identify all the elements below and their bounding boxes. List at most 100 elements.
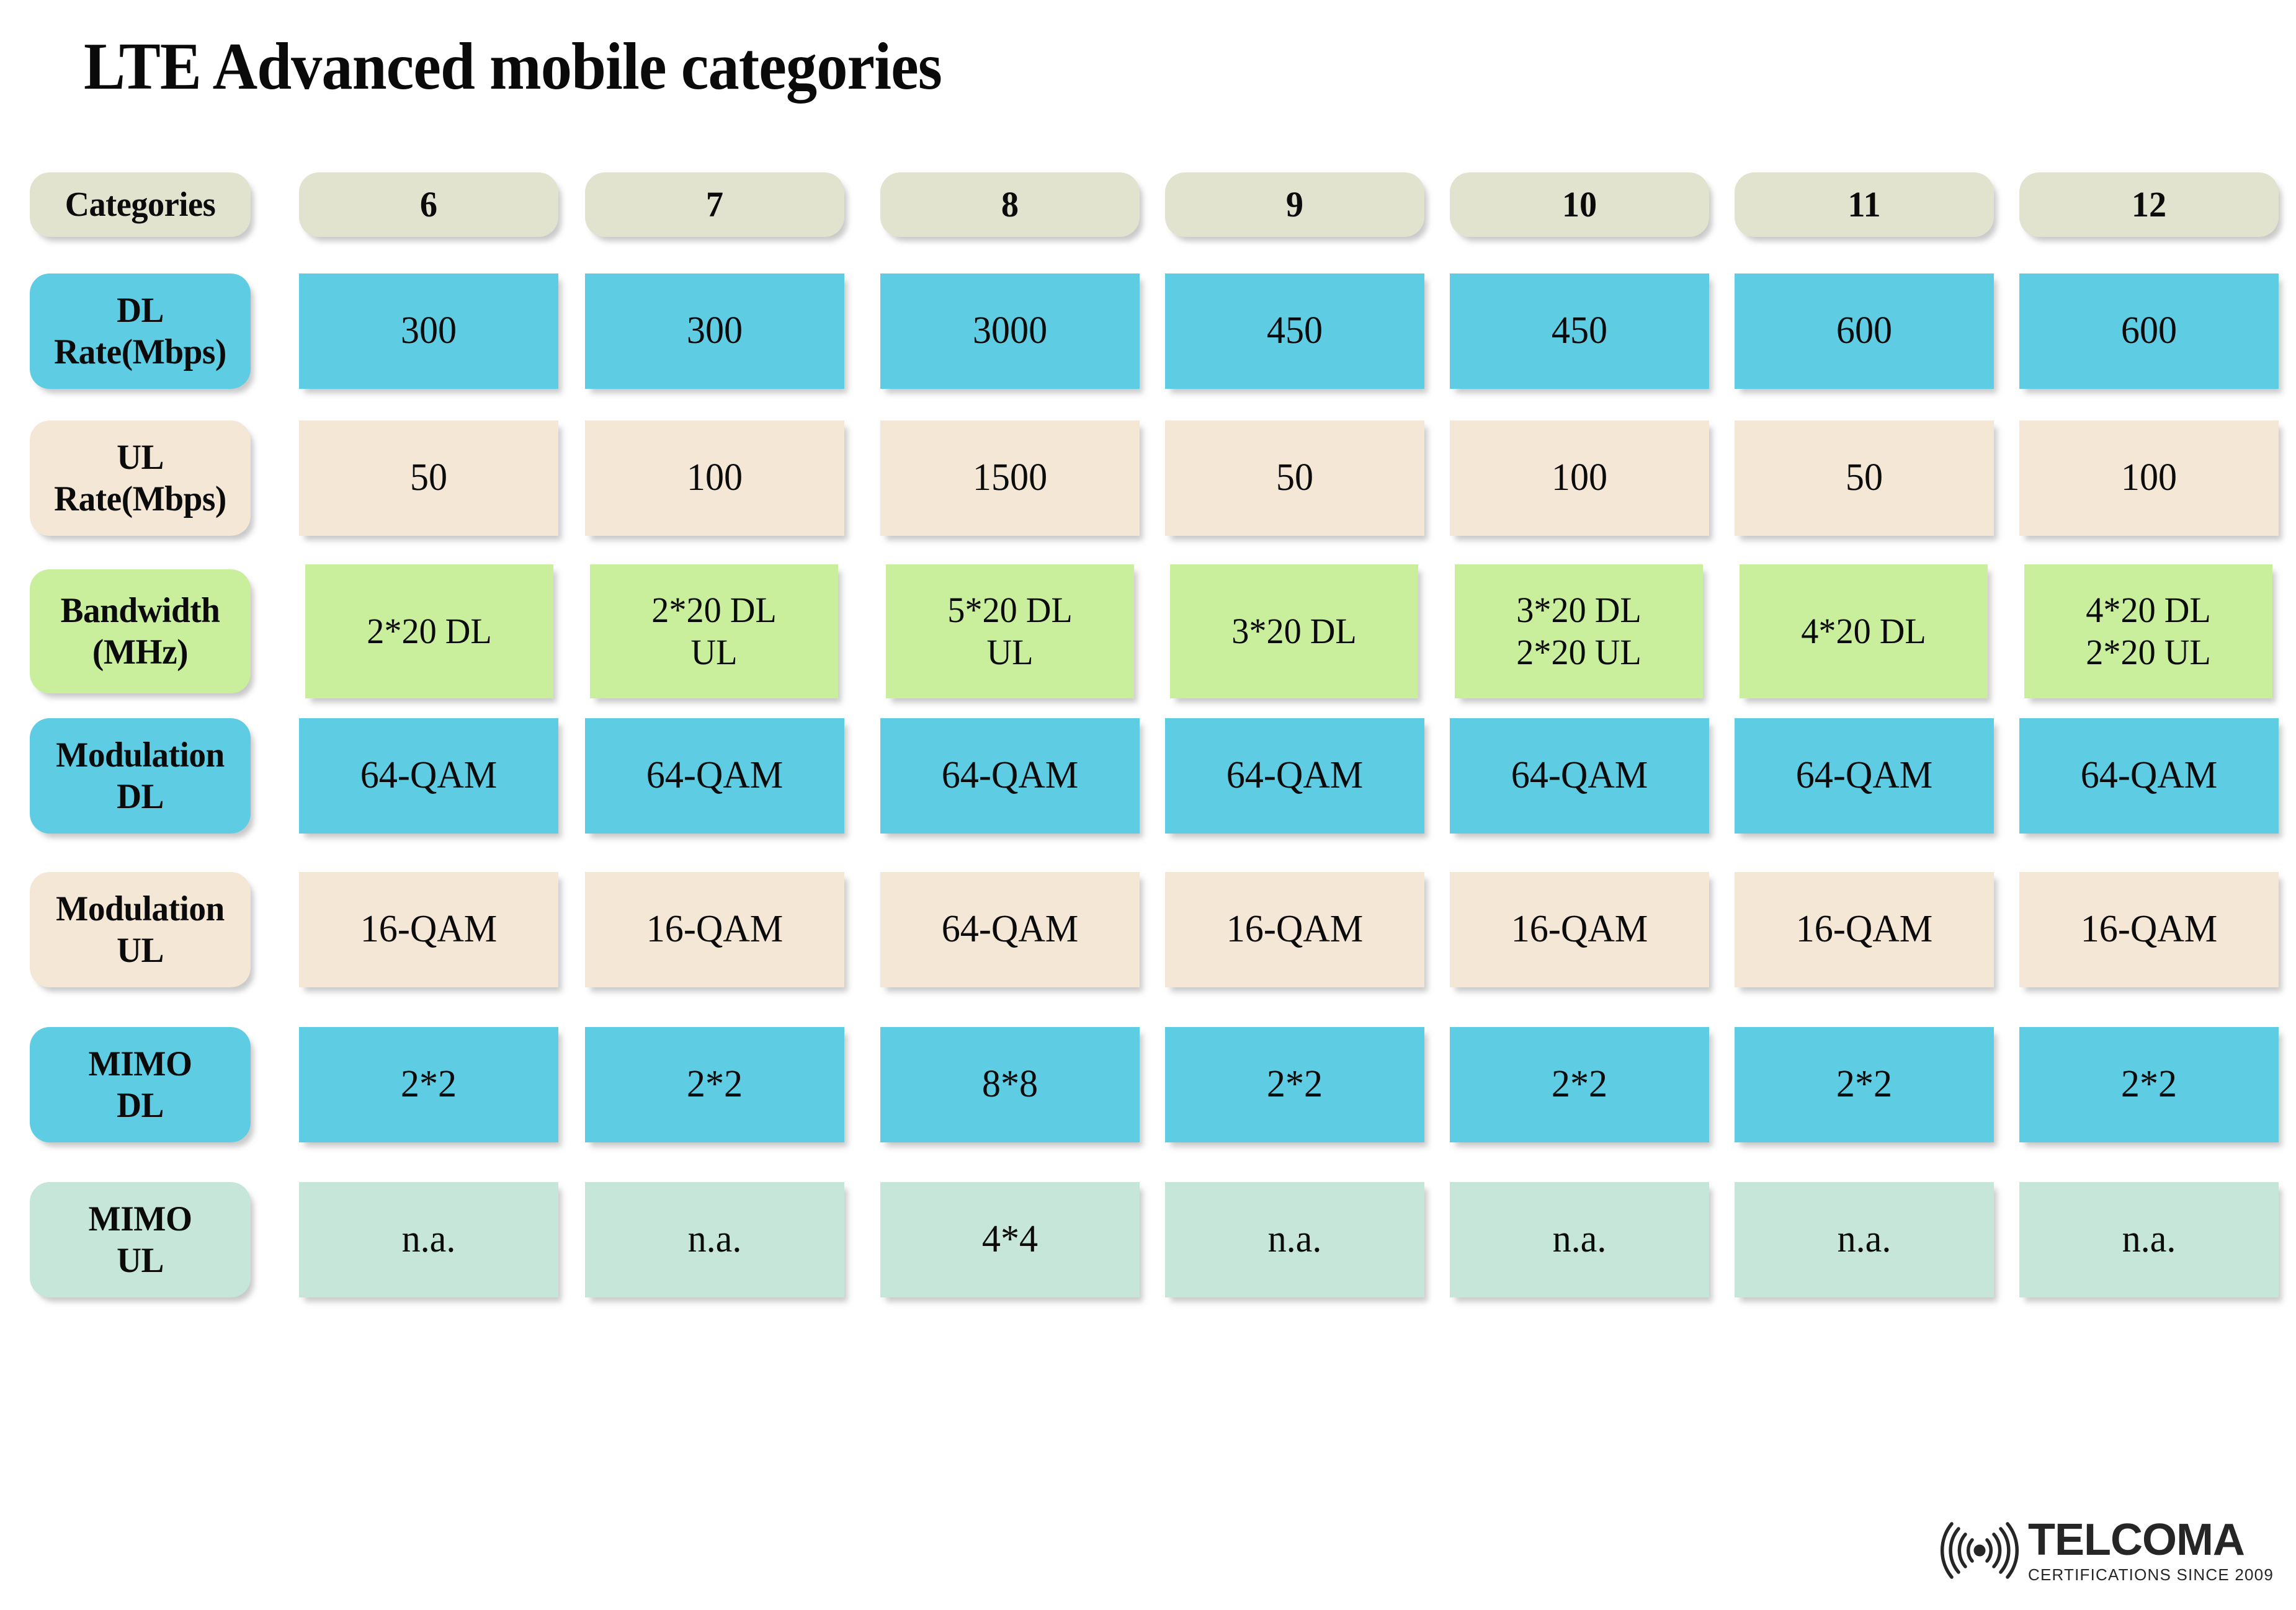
table-cell: 2*2	[299, 1027, 558, 1142]
table-cell: 16-QAM	[1165, 872, 1424, 987]
table-cell: 2*20 DL	[305, 564, 553, 698]
cell-text: 8	[1001, 184, 1019, 225]
cell-text: 64-QAM	[941, 754, 1079, 797]
row-label-0: Categories	[30, 172, 251, 237]
table-cell: 64-QAM	[299, 718, 558, 834]
row-label-text: Bandwidth (MHz)	[60, 590, 220, 672]
cell-text: 600	[2120, 309, 2178, 352]
cell-text: 1500	[972, 456, 1048, 499]
row-label-text: Categories	[65, 185, 216, 224]
table-cell: 2*2	[1735, 1027, 1994, 1142]
table-cell: 64-QAM	[880, 718, 1140, 834]
table-cell: 50	[1735, 420, 1994, 536]
table-cell: 3*20 DL 2*20 UL	[1455, 564, 1703, 698]
cell-text: 100	[1551, 456, 1608, 499]
cell-text: 4*4	[981, 1218, 1039, 1261]
cell-text: 2*20 DL	[367, 610, 492, 651]
cell-text: 64-QAM	[360, 754, 498, 797]
table-cell: 600	[2019, 274, 2279, 389]
table-cell: 2*2	[1165, 1027, 1424, 1142]
cell-text: 100	[2120, 456, 2178, 499]
telcoma-logo: TELCOMA CERTIFICATIONS SINCE 2009	[1940, 1518, 2274, 1583]
table-cell: 2*20 DL UL	[590, 564, 838, 698]
table-cell: 16-QAM	[299, 872, 558, 987]
table-cell: n.a.	[299, 1182, 558, 1297]
row-label-text: Modulation DL	[56, 735, 225, 816]
cell-text: 2*2	[2120, 1063, 2178, 1106]
table-cell: 5*20 DL UL	[886, 564, 1134, 698]
table-cell: n.a.	[2019, 1182, 2279, 1297]
table-cell: 64-QAM	[1735, 718, 1994, 834]
cell-text: n.a.	[687, 1218, 742, 1261]
table-cell: 64-QAM	[1450, 718, 1709, 834]
table-cell: 3*20 DL	[1170, 564, 1418, 698]
cell-text: 3000	[972, 309, 1048, 352]
table-cell: 16-QAM	[1450, 872, 1709, 987]
cell-text: 5*20 DL UL	[947, 589, 1073, 672]
row-label-6: MIMO DL	[30, 1027, 251, 1142]
cell-text: 2*2	[686, 1063, 743, 1106]
cell-text: 300	[686, 309, 743, 352]
cell-text: 11	[1847, 184, 1881, 225]
column-header-cell: 7	[585, 172, 844, 237]
table-cell: 16-QAM	[2019, 872, 2279, 987]
logo-brand-name: TELCOMA	[2027, 1515, 2245, 1565]
column-header-cell: 6	[299, 172, 558, 237]
table-cell: 100	[585, 420, 844, 536]
cell-text: 2*2	[1836, 1063, 1893, 1106]
row-label-5: Modulation UL	[30, 872, 251, 987]
row-label-text: DL Rate(Mbps)	[54, 290, 226, 371]
cell-text: 64-QAM	[941, 908, 1079, 951]
table-cell: n.a.	[585, 1182, 844, 1297]
table-cell: 4*4	[880, 1182, 1140, 1297]
table-cell: 16-QAM	[1735, 872, 1994, 987]
wireless-signal-icon	[1940, 1521, 2019, 1579]
table-cell: 4*20 DL 2*20 UL	[2024, 564, 2272, 698]
table-cell: 50	[299, 420, 558, 536]
cell-text: n.a.	[1552, 1218, 1607, 1261]
row-label-2: UL Rate(Mbps)	[30, 420, 251, 536]
row-label-1: DL Rate(Mbps)	[30, 274, 251, 389]
cell-text: 2*20 DL UL	[651, 589, 777, 672]
table-cell: 16-QAM	[585, 872, 844, 987]
cell-text: 3*20 DL 2*20 UL	[1516, 589, 1642, 672]
cell-text: 50	[1275, 456, 1314, 499]
cell-text: 50	[1845, 456, 1883, 499]
column-header-cell: 8	[880, 172, 1140, 237]
row-label-text: MIMO DL	[88, 1044, 192, 1125]
page-title: LTE Advanced mobile categories	[84, 30, 942, 104]
row-label-7: MIMO UL	[30, 1182, 251, 1297]
cell-text: 16-QAM	[360, 908, 498, 951]
cell-text: 50	[409, 456, 448, 499]
column-header-cell: 10	[1450, 172, 1709, 237]
cell-text: 12	[2131, 184, 2167, 225]
cell-text: 7	[705, 184, 724, 225]
table-cell: 2*2	[2019, 1027, 2279, 1142]
cell-text: 2*2	[1551, 1063, 1608, 1106]
cell-text: 10	[1561, 184, 1597, 225]
table-cell: 2*2	[1450, 1027, 1709, 1142]
row-label-text: MIMO UL	[88, 1199, 192, 1280]
table-cell: 50	[1165, 420, 1424, 536]
table-cell: n.a.	[1165, 1182, 1424, 1297]
cell-text: 8*8	[981, 1063, 1039, 1106]
cell-text: 16-QAM	[1226, 908, 1364, 951]
table-cell: 64-QAM	[2019, 718, 2279, 834]
table-cell: n.a.	[1735, 1182, 1994, 1297]
cell-text: 16-QAM	[2080, 908, 2218, 951]
table-cell: 64-QAM	[585, 718, 844, 834]
row-label-4: Modulation DL	[30, 718, 251, 834]
table-cell: 100	[2019, 420, 2279, 536]
cell-text: 4*20 DL 2*20 UL	[2086, 589, 2211, 672]
cell-text: n.a.	[401, 1218, 456, 1261]
table-cell: 64-QAM	[880, 872, 1140, 987]
table-cell: 4*20 DL	[1740, 564, 1988, 698]
cell-text: 100	[686, 456, 743, 499]
cell-text: 4*20 DL	[1801, 610, 1926, 651]
row-label-text: Modulation UL	[56, 889, 225, 970]
table-cell: 2*2	[585, 1027, 844, 1142]
column-header-cell: 9	[1165, 172, 1424, 237]
cell-text: 64-QAM	[1511, 754, 1648, 797]
column-header-cell: 12	[2019, 172, 2279, 237]
table-cell: 600	[1735, 274, 1994, 389]
